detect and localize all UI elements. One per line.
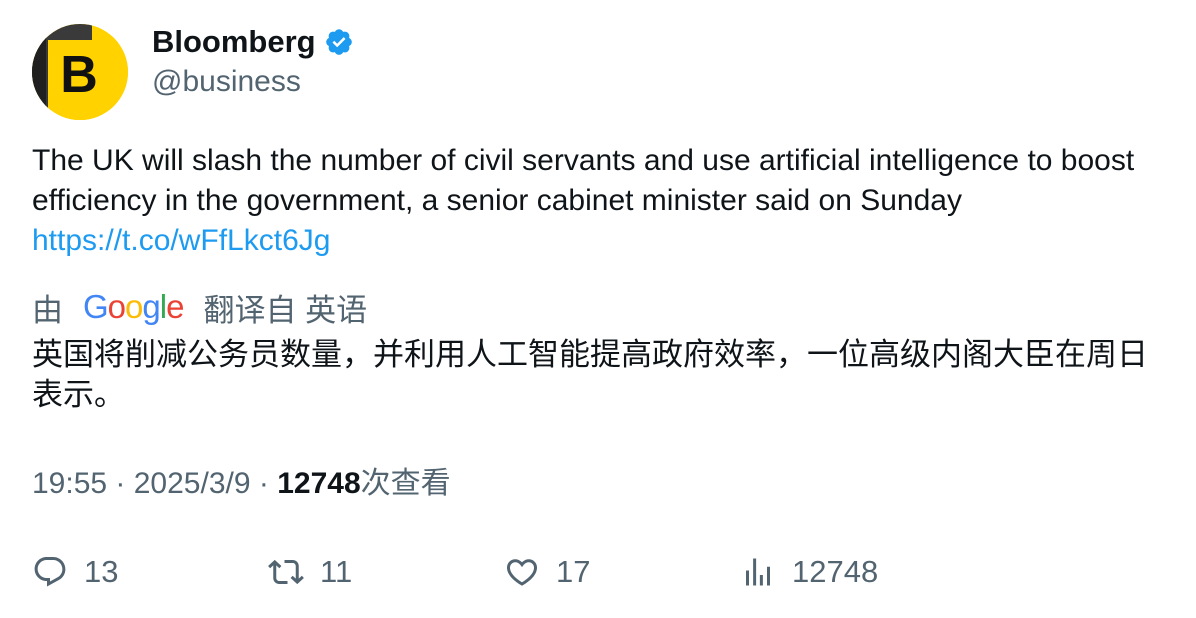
like-count: 17 xyxy=(556,554,591,589)
translated-text: 英国将削减公务员数量，并利用人工智能提高政府效率，一位高级内阁大臣在周日表示。 xyxy=(32,337,1148,412)
tweet-date[interactable]: 2025/3/9 xyxy=(134,467,251,500)
tweet-time[interactable]: 19:55 xyxy=(32,467,107,500)
analytics-icon xyxy=(740,554,776,590)
avatar-letter: B xyxy=(60,46,98,104)
views-action-count: 12748 xyxy=(792,554,879,589)
tweet-link[interactable]: https://t.co/wFfLkct6Jg xyxy=(32,221,1162,261)
author-name-row: Bloomberg xyxy=(152,22,354,62)
translation-prefix: 由 xyxy=(32,292,63,328)
views-count: 12748 xyxy=(277,467,361,500)
translation-suffix: 翻译自 英语 xyxy=(203,292,368,328)
views-button[interactable]: 12748 xyxy=(740,550,878,594)
meta-separator: · xyxy=(107,467,134,500)
action-bar: 13 11 17 12748 xyxy=(32,550,1162,594)
verified-badge-icon[interactable] xyxy=(324,27,354,57)
retweet-icon xyxy=(268,554,304,590)
retweet-count: 11 xyxy=(320,554,353,589)
translation-attribution: 由 Google 翻译自 英语 xyxy=(32,286,367,328)
reply-icon xyxy=(32,554,68,590)
like-button[interactable]: 17 xyxy=(504,550,590,594)
tweet-meta: 19:55 · 2025/3/9 · 12748次查看 xyxy=(32,464,451,504)
heart-icon xyxy=(504,554,540,590)
google-logo-icon: Google xyxy=(83,288,184,325)
tweet-body: The UK will slash the number of civil se… xyxy=(32,144,1135,217)
views-label: 次查看 xyxy=(360,467,451,500)
meta-separator: · xyxy=(250,467,278,500)
author-handle[interactable]: @business xyxy=(152,62,301,102)
retweet-button[interactable]: 11 xyxy=(268,550,352,594)
tweet-text: The UK will slash the number of civil se… xyxy=(32,141,1162,261)
display-name[interactable]: Bloomberg xyxy=(152,22,316,62)
reply-count: 13 xyxy=(84,554,119,589)
bloomberg-logo-icon: B xyxy=(32,24,128,120)
reply-button[interactable]: 13 xyxy=(32,550,118,594)
avatar[interactable]: B xyxy=(32,24,128,120)
